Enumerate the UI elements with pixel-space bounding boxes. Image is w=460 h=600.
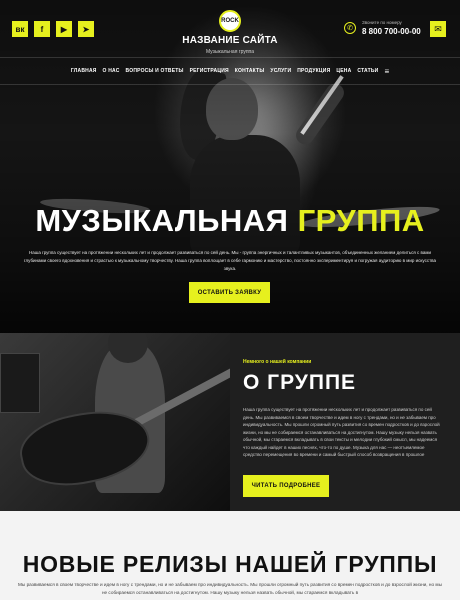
header-contact: ✆ Звоните по номеру 8 800 700-00-00 [344,20,421,36]
nav-item-contacts[interactable]: КОНТАКТЫ [235,68,265,74]
vk-icon[interactable]: вк [12,21,28,37]
phone-number[interactable]: 8 800 700-00-00 [362,27,421,36]
mail-icon[interactable]: ✉ [430,21,446,37]
hero-title-highlight: ГРУППА [297,203,425,238]
site-tagline: Музыкальная группа [205,49,255,55]
nav-item-registration[interactable]: РЕГИСТРАЦИЯ [190,68,229,74]
releases-text: Мы развиваемся в своем творчестве и идем… [18,582,442,595]
logo-badge: ROCK [219,10,241,32]
youtube-icon[interactable]: ▶ [56,21,72,37]
facebook-icon[interactable]: f [34,21,50,37]
menu-icon[interactable]: ≡ [384,67,389,76]
leave-request-button[interactable]: ОСТАВИТЬ ЗАЯВКУ [189,282,270,303]
hero-section: вк f ▶ ➤ ROCK НАЗВАНИЕ САЙТА Музыкальная… [0,0,460,333]
hero-title: МУЗЫКАЛЬНАЯ ГРУППА [0,205,460,236]
releases-section: НОВЫЕ РЕЛИЗЫ НАШЕЙ ГРУППЫ Мы развиваемся… [0,511,460,600]
nav-item-faq[interactable]: ВОПРОСЫ И ОТВЕТЫ [126,68,184,74]
nav-item-articles[interactable]: СТАТЬИ [357,68,378,74]
social-links: вк f ▶ ➤ [12,21,94,37]
about-kicker: Немного о нашей компании [243,359,312,365]
hero-description: Наша группа существует на протяжении нес… [24,250,436,271]
phone-icon: ✆ [344,22,356,34]
nav-item-about[interactable]: О НАС [103,68,120,74]
hero-title-main: МУЗЫКАЛЬНАЯ [35,203,289,238]
nav-item-price[interactable]: ЦЕНА [336,68,351,74]
nav-item-home[interactable]: ГЛАВНАЯ [71,68,97,74]
telegram-icon[interactable]: ➤ [78,21,94,37]
about-title: О ГРУППЕ [243,371,357,394]
phone-label: Звоните по номеру [362,20,402,25]
nav-item-services[interactable]: УСЛУГИ [270,68,291,74]
read-more-button[interactable]: ЧИТАТЬ ПОДРОБНЕЕ [243,475,329,497]
about-section: Немного о нашей компании О ГРУППЕ Наша г… [0,333,460,511]
site-name: НАЗВАНИЕ САЙТА [182,35,278,46]
about-photo [0,333,230,511]
releases-title: НОВЫЕ РЕЛИЗЫ НАШЕЙ ГРУППЫ [22,551,438,577]
about-text: Наша группа существует на протяжении нес… [243,407,440,457]
nav-item-products[interactable]: ПРОДУКЦИЯ [297,68,330,74]
main-nav: ГЛАВНАЯ О НАС ВОПРОСЫ И ОТВЕТЫ РЕГИСТРАЦ… [0,57,460,85]
site-logo[interactable]: ROCK НАЗВАНИЕ САЙТА Музыкальная группа [170,10,290,55]
about-photo-amplifier [0,353,40,413]
